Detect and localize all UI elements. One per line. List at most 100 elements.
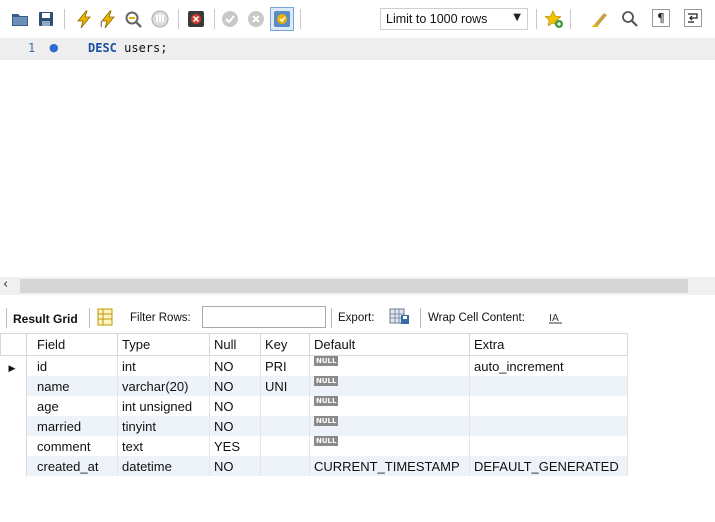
toggle-error-icon[interactable] (186, 9, 206, 29)
cell-key[interactable] (260, 396, 310, 416)
row-header[interactable] (0, 416, 27, 436)
col-header-field[interactable]: Field (26, 333, 118, 356)
cell-default[interactable]: NULL (309, 395, 470, 416)
execute-current-icon[interactable]: I (98, 9, 118, 29)
col-header-type[interactable]: Type (117, 333, 210, 356)
cell-default[interactable]: NULL (309, 415, 470, 436)
cell-default[interactable]: NULL (309, 375, 470, 396)
cell-extra[interactable]: DEFAULT_GENERATED (469, 456, 628, 476)
row-header[interactable]: ▶ (0, 355, 27, 376)
save-icon[interactable] (36, 9, 56, 29)
cell-null[interactable]: NO (209, 355, 261, 376)
cell-value: created_at (37, 458, 99, 474)
null-badge: NULL (314, 435, 339, 446)
cell-key[interactable] (260, 436, 310, 456)
table-row[interactable]: created_at datetime NO CURRENT_TIMESTAMP DEF… (0, 456, 628, 476)
cell-extra[interactable] (469, 436, 628, 456)
export-icon[interactable] (389, 308, 411, 329)
wrap-icon[interactable] (684, 9, 702, 27)
cell-key[interactable]: UNI (260, 376, 310, 396)
cell-value: NO (214, 458, 234, 474)
row-header[interactable] (0, 396, 27, 416)
cell-value: tinyint (122, 418, 156, 434)
table-row[interactable]: ▶ id int NO PRI NULL auto_increment (0, 355, 628, 376)
cell-default[interactable]: NULL (309, 435, 470, 456)
cell-type[interactable]: int (117, 355, 210, 376)
cell-type[interactable]: text (117, 436, 210, 456)
cell-value: varchar(20) (122, 378, 189, 394)
cell-null[interactable]: NO (209, 456, 261, 476)
cell-field[interactable]: created_at (26, 456, 118, 476)
sql-statement[interactable]: DESC users; (88, 41, 167, 55)
svg-text:I: I (100, 20, 102, 28)
open-folder-icon[interactable] (10, 9, 30, 29)
autocommit-icon[interactable] (270, 7, 294, 31)
col-header-extra[interactable]: Extra (469, 333, 628, 356)
rollback-icon[interactable] (246, 9, 266, 29)
cell-null[interactable]: NO (209, 416, 261, 436)
wrap-cell-icon[interactable]: IA (548, 310, 564, 327)
null-badge: NULL (314, 395, 339, 406)
row-header[interactable] (0, 436, 27, 456)
cell-field[interactable]: comment (26, 436, 118, 456)
cell-extra[interactable]: auto_increment (469, 355, 628, 376)
result-grid[interactable]: Field Type Null Key Default Extra ▶ id int… (0, 333, 628, 476)
cell-type[interactable]: tinyint (117, 416, 210, 436)
stop-icon[interactable] (150, 9, 170, 29)
sql-editor[interactable]: 1 ● DESC users; (0, 38, 715, 278)
cell-field[interactable]: id (26, 355, 118, 376)
cell-field[interactable]: age (26, 396, 118, 416)
cell-value: id (37, 358, 48, 374)
table-row[interactable]: age int unsigned NO NULL (0, 395, 628, 416)
cell-null[interactable]: NO (209, 396, 261, 416)
cell-default[interactable]: NULL (309, 355, 470, 376)
cell-type[interactable]: datetime (117, 456, 210, 476)
cell-default[interactable]: CURRENT_TIMESTAMP (309, 456, 470, 476)
table-row[interactable]: name varchar(20) NO UNI NULL (0, 375, 628, 396)
cell-extra[interactable] (469, 416, 628, 436)
grid-layout-icon[interactable] (97, 308, 113, 329)
find-icon[interactable] (620, 9, 640, 29)
statement-marker-icon: ● (49, 41, 59, 54)
cell-value: DEFAULT_GENERATED (474, 458, 619, 474)
cell-type[interactable]: varchar(20) (117, 376, 210, 396)
row-header[interactable] (0, 456, 27, 476)
col-header-key[interactable]: Key (260, 333, 310, 356)
invisible-chars-icon[interactable]: ¶ (652, 9, 670, 27)
editor-horizontal-scrollbar[interactable]: ‹ (0, 277, 715, 295)
cell-type[interactable]: int unsigned (117, 396, 210, 416)
cell-extra[interactable] (469, 396, 628, 416)
filter-rows-label: Filter Rows: (130, 312, 191, 324)
limit-rows-select[interactable]: Limit to 1000 rows ▼ (380, 8, 528, 30)
cell-key[interactable] (260, 416, 310, 436)
filter-rows-input[interactable] (202, 306, 326, 328)
export-label: Export: (338, 312, 375, 324)
cell-field[interactable]: name (26, 376, 118, 396)
cell-extra[interactable] (469, 376, 628, 396)
result-grid-tab[interactable]: Result Grid (13, 312, 78, 326)
cell-key[interactable]: PRI (260, 355, 310, 376)
add-snippet-icon[interactable] (544, 9, 564, 29)
scrollbar-thumb[interactable] (20, 279, 688, 293)
cell-null[interactable]: YES (209, 436, 261, 456)
line-number: 1 (28, 41, 36, 55)
sql-keyword: DESC (88, 41, 117, 55)
cell-value: int unsigned (122, 398, 193, 414)
row-header[interactable] (0, 376, 27, 396)
cell-null[interactable]: NO (209, 376, 261, 396)
table-row[interactable]: comment text YES NULL (0, 435, 628, 456)
cell-value: NO (214, 358, 234, 374)
commit-icon[interactable] (220, 9, 240, 29)
cell-field[interactable]: married (26, 416, 118, 436)
execute-icon[interactable] (74, 9, 94, 29)
col-header-default[interactable]: Default (309, 333, 470, 356)
table-row[interactable]: married tinyint NO NULL (0, 415, 628, 436)
chevron-down-icon: ▼ (513, 12, 521, 23)
editor-line-1[interactable]: 1 ● DESC users; (0, 38, 715, 60)
beautify-icon[interactable] (590, 9, 610, 29)
cell-key[interactable] (260, 456, 310, 476)
row-header-corner (0, 333, 27, 356)
col-header-null[interactable]: Null (209, 333, 261, 356)
scroll-left-icon[interactable]: ‹ (3, 277, 8, 292)
explain-icon[interactable] (124, 9, 144, 29)
